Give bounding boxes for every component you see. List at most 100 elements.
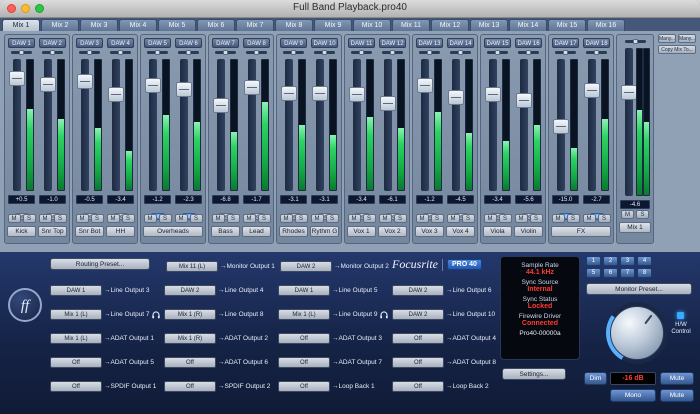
- master-solo-button[interactable]: S: [636, 210, 649, 219]
- tab-mix-6[interactable]: Mix 6: [197, 19, 235, 31]
- mute-button[interactable]: M: [212, 214, 225, 223]
- solo-button[interactable]: S: [598, 214, 611, 223]
- tab-mix-13[interactable]: Mix 13: [470, 19, 508, 31]
- routing-source-button[interactable]: Off: [164, 357, 216, 368]
- routing-source-button[interactable]: DAW 2: [280, 261, 332, 272]
- pan-slider[interactable]: [482, 49, 513, 56]
- pan-thumb[interactable]: [594, 50, 599, 55]
- routing-source-button[interactable]: Mix 1 (R): [164, 309, 216, 320]
- mute-button[interactable]: Mute: [660, 372, 694, 385]
- solo-button[interactable]: S: [326, 214, 339, 223]
- pan-slider[interactable]: [581, 49, 612, 56]
- monitor-output-button-7[interactable]: 7: [620, 268, 635, 278]
- monitor-output-button-1[interactable]: 1: [586, 256, 601, 266]
- mute-button[interactable]: M: [515, 214, 528, 223]
- mute-button[interactable]: M: [379, 214, 392, 223]
- pan-thumb[interactable]: [155, 50, 160, 55]
- master-pan-slider[interactable]: [617, 38, 653, 45]
- daw-source-button[interactable]: DAW 6: [175, 38, 202, 48]
- pan-thumb[interactable]: [359, 50, 364, 55]
- fader-handle[interactable]: [485, 87, 501, 102]
- routing-source-button[interactable]: Mix 1 (L): [50, 309, 102, 320]
- tab-mix-3[interactable]: Mix 3: [80, 19, 118, 31]
- daw-source-button[interactable]: DAW 7: [212, 38, 239, 48]
- fader-handle[interactable]: [108, 87, 124, 102]
- fader-handle[interactable]: [40, 77, 56, 92]
- solo-button[interactable]: S: [431, 214, 444, 223]
- solo-button[interactable]: S: [23, 214, 36, 223]
- mute-button[interactable]: M: [280, 214, 293, 223]
- routing-source-button[interactable]: Mix 1 (R): [164, 333, 216, 344]
- monitor-volume-knob[interactable]: [610, 306, 664, 360]
- tab-mix-10[interactable]: Mix 10: [353, 19, 391, 31]
- pan-thumb[interactable]: [495, 50, 500, 55]
- master-name[interactable]: Mix 1: [619, 222, 651, 233]
- solo-button[interactable]: S: [122, 214, 135, 223]
- pan-thumb[interactable]: [390, 50, 395, 55]
- pan-thumb[interactable]: [19, 50, 24, 55]
- routing-source-button[interactable]: Off: [164, 381, 216, 392]
- daw-source-button[interactable]: DAW 2: [39, 38, 66, 48]
- mute-button[interactable]: M: [583, 214, 596, 223]
- monitor-output-button-2[interactable]: 2: [603, 256, 618, 266]
- tab-mix-14[interactable]: Mix 14: [509, 19, 547, 31]
- pan-slider[interactable]: [278, 49, 309, 56]
- pan-thumb[interactable]: [322, 50, 327, 55]
- solo-button[interactable]: S: [394, 214, 407, 223]
- pan-thumb[interactable]: [50, 50, 55, 55]
- channel-name[interactable]: Vox 1: [347, 226, 376, 237]
- fader-handle[interactable]: [349, 87, 365, 102]
- routing-source-button[interactable]: Mix 11 (L): [166, 261, 218, 272]
- pan-slider[interactable]: [74, 49, 105, 56]
- daw-source-button[interactable]: DAW 12: [379, 38, 406, 48]
- pan-thumb[interactable]: [118, 50, 123, 55]
- channel-name[interactable]: Rhodes: [279, 226, 308, 237]
- tab-mix-1[interactable]: Mix 1: [2, 19, 40, 31]
- pan-thumb[interactable]: [186, 50, 191, 55]
- pan-thumb[interactable]: [427, 50, 432, 55]
- channel-name[interactable]: Vox 4: [446, 226, 475, 237]
- pan-thumb[interactable]: [526, 50, 531, 55]
- channel-name[interactable]: Vox 2: [378, 226, 407, 237]
- channel-name[interactable]: Snr Top: [38, 226, 67, 237]
- mute-button[interactable]: M: [311, 214, 324, 223]
- solo-button[interactable]: S: [462, 214, 475, 223]
- daw-source-button[interactable]: DAW 4: [107, 38, 134, 48]
- routing-source-button[interactable]: DAW 2: [392, 309, 444, 320]
- channel-name[interactable]: Overheads: [143, 226, 203, 237]
- fader-handle[interactable]: [417, 78, 433, 93]
- tab-mix-15[interactable]: Mix 15: [548, 19, 586, 31]
- mute-button-2[interactable]: Mute: [660, 389, 694, 402]
- solo-button[interactable]: S: [227, 214, 240, 223]
- tab-mix-16[interactable]: Mix 16: [587, 19, 625, 31]
- daw-source-button[interactable]: DAW 15: [484, 38, 511, 48]
- mute-button[interactable]: M: [243, 214, 256, 223]
- tab-mix-7[interactable]: Mix 7: [236, 19, 274, 31]
- tab-mix-8[interactable]: Mix 8: [275, 19, 313, 31]
- daw-source-button[interactable]: DAW 10: [311, 38, 338, 48]
- pan-slider[interactable]: [173, 49, 204, 56]
- daw-source-button[interactable]: DAW 16: [515, 38, 542, 48]
- solo-button[interactable]: S: [159, 214, 172, 223]
- pan-thumb[interactable]: [458, 50, 463, 55]
- fader-handle[interactable]: [448, 90, 464, 105]
- channel-name[interactable]: Rythm G: [310, 226, 339, 237]
- monitor-output-button-8[interactable]: 8: [637, 268, 652, 278]
- channel-name[interactable]: Kick: [7, 226, 36, 237]
- fader-handle[interactable]: [77, 74, 93, 89]
- fader-handle[interactable]: [281, 86, 297, 101]
- fader-handle[interactable]: [213, 98, 229, 113]
- channel-name[interactable]: HH: [106, 226, 135, 237]
- daw-source-button[interactable]: DAW 18: [583, 38, 610, 48]
- pan-slider[interactable]: [309, 49, 340, 56]
- channel-name[interactable]: Viola: [483, 226, 512, 237]
- daw-source-button[interactable]: DAW 11: [348, 38, 375, 48]
- mute-button[interactable]: M: [175, 214, 188, 223]
- pan-slider[interactable]: [550, 49, 581, 56]
- solo-button[interactable]: S: [258, 214, 271, 223]
- mute-button[interactable]: M: [8, 214, 21, 223]
- solo-button[interactable]: S: [295, 214, 308, 223]
- pan-slider[interactable]: [105, 49, 136, 56]
- mute-button[interactable]: M: [107, 214, 120, 223]
- routing-source-button[interactable]: Off: [392, 333, 444, 344]
